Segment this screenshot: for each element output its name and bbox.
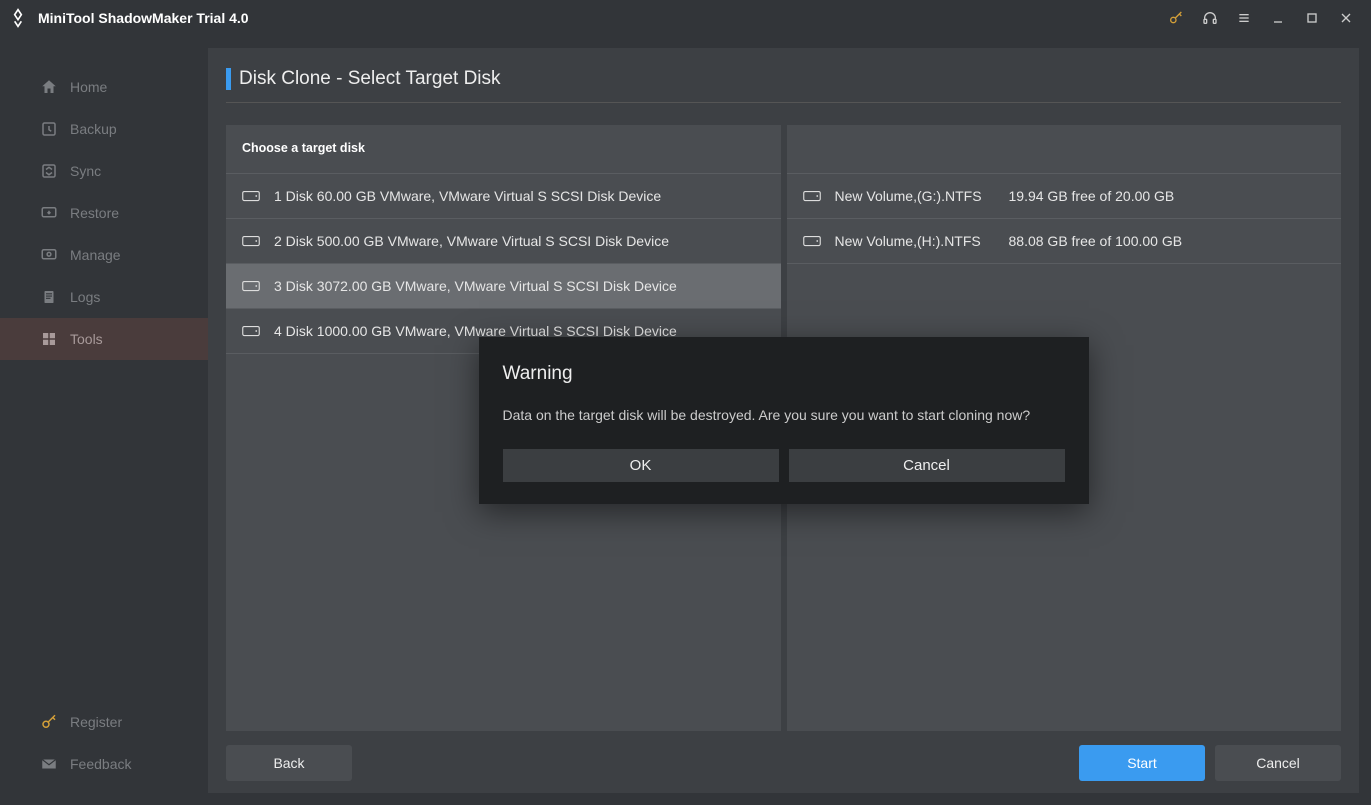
panel-header: Choose a target disk [226,125,781,174]
warning-dialog: Warning Data on the target disk will be … [479,337,1089,504]
sidebar-item-restore[interactable]: Restore [0,192,208,234]
dialog-title: Warning [503,363,1065,385]
sidebar-item-label: Manage [70,247,121,263]
app-title: MiniTool ShadowMaker Trial 4.0 [38,10,249,26]
disk-icon [242,280,260,292]
title-bar: MiniTool ShadowMaker Trial 4.0 [0,0,1371,36]
sidebar-item-label: Sync [70,163,101,179]
page-title: Disk Clone - Select Target Disk [239,68,501,90]
volume-free: 88.08 GB free of 100.00 GB [1009,233,1183,249]
cancel-button[interactable]: Cancel [1215,745,1341,781]
disk-icon [242,190,260,202]
disk-row[interactable]: 2 Disk 500.00 GB VMware, VMware Virtual … [226,219,781,264]
menu-icon[interactable] [1227,0,1261,36]
sidebar-item-label: Tools [70,331,103,347]
dialog-ok-button[interactable]: OK [503,449,779,482]
sidebar-item-label: Home [70,79,107,95]
headphone-icon[interactable] [1193,0,1227,36]
back-button[interactable]: Back [226,745,352,781]
disk-label: 3 Disk 3072.00 GB VMware, VMware Virtual… [274,278,677,294]
sidebar-item-label: Feedback [70,756,131,772]
sidebar-item-label: Restore [70,205,119,221]
sidebar-item-logs[interactable]: Logs [0,276,208,318]
sidebar-item-label: Register [70,714,122,730]
disk-label: 1 Disk 60.00 GB VMware, VMware Virtual S… [274,188,661,204]
sidebar: Home Backup Sync Restore Manage Logs [0,36,208,805]
disk-icon [242,325,260,337]
start-button[interactable]: Start [1079,745,1205,781]
key-icon[interactable] [1159,0,1193,36]
panel-header-empty [787,125,1342,174]
sidebar-item-sync[interactable]: Sync [0,150,208,192]
disk-row-selected[interactable]: 3 Disk 3072.00 GB VMware, VMware Virtual… [226,264,781,309]
disk-label: 2 Disk 500.00 GB VMware, VMware Virtual … [274,233,669,249]
minimize-button[interactable] [1261,0,1295,36]
sidebar-item-register[interactable]: Register [0,701,208,743]
volume-row: New Volume,(G:).NTFS 19.94 GB free of 20… [787,174,1342,219]
maximize-button[interactable] [1295,0,1329,36]
sidebar-item-manage[interactable]: Manage [0,234,208,276]
content-area: Disk Clone - Select Target Disk Choose a… [208,48,1359,793]
volume-free: 19.94 GB free of 20.00 GB [1009,188,1175,204]
volume-name: New Volume,(G:).NTFS [835,188,985,204]
dialog-message: Data on the target disk will be destroye… [503,407,1065,423]
disk-icon [242,235,260,247]
close-button[interactable] [1329,0,1363,36]
sidebar-item-backup[interactable]: Backup [0,108,208,150]
dialog-cancel-button[interactable]: Cancel [789,449,1065,482]
sidebar-item-tools[interactable]: Tools [0,318,208,360]
accent-bar [226,68,231,90]
sidebar-item-feedback[interactable]: Feedback [0,743,208,785]
volume-name: New Volume,(H:).NTFS [835,233,985,249]
sidebar-item-home[interactable]: Home [0,66,208,108]
disk-icon [803,235,821,247]
disk-icon [803,190,821,202]
sidebar-item-label: Logs [70,289,100,305]
app-logo: MiniTool ShadowMaker Trial 4.0 [8,8,249,28]
disk-row[interactable]: 1 Disk 60.00 GB VMware, VMware Virtual S… [226,174,781,219]
sidebar-item-label: Backup [70,121,117,137]
volume-row: New Volume,(H:).NTFS 88.08 GB free of 10… [787,219,1342,264]
